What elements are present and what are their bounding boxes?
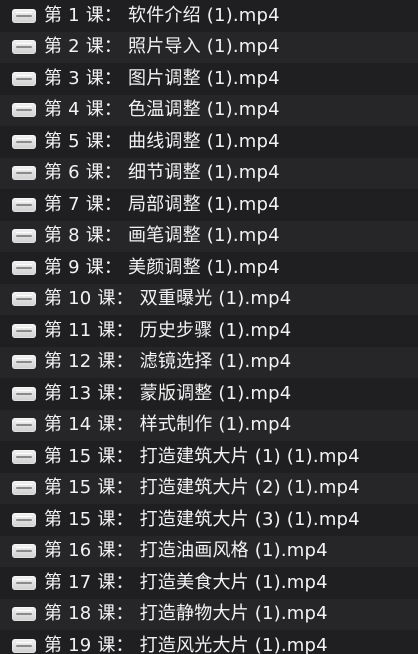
file-name: 第 8 课： 画笔调整 (1).mp4 [44, 225, 280, 247]
video-file-icon [12, 355, 36, 370]
file-name: 第 2 课： 照片导入 (1).mp4 [44, 36, 280, 58]
file-row[interactable]: 第 2 课： 照片导入 (1).mp4 [0, 31, 418, 63]
video-file-icon [12, 166, 36, 181]
video-file-icon [12, 449, 36, 464]
file-name: 第 7 课： 局部调整 (1).mp4 [44, 193, 280, 215]
video-file-icon [12, 292, 36, 307]
video-file-icon [12, 386, 36, 401]
video-file-icon [12, 323, 36, 338]
file-name: 第 16 课： 打造油画风格 (1).mp4 [44, 540, 328, 562]
file-row[interactable]: 第 15 课： 打造建筑大片 (1) (1).mp4 [0, 441, 418, 473]
file-name: 第 12 课： 滤镜选择 (1).mp4 [44, 351, 292, 373]
file-row[interactable]: 第 10 课： 双重曝光 (1).mp4 [0, 283, 418, 315]
file-name: 第 19 课： 打造风光大片 (1).mp4 [44, 634, 328, 654]
file-row[interactable]: 第 4 课： 色温调整 (1).mp4 [0, 94, 418, 126]
file-name: 第 4 课： 色温调整 (1).mp4 [44, 99, 280, 121]
file-name: 第 11 课： 历史步骤 (1).mp4 [44, 319, 292, 341]
file-row[interactable]: 第 19 课： 打造风光大片 (1).mp4 [0, 630, 418, 654]
file-row[interactable]: 第 12 课： 滤镜选择 (1).mp4 [0, 346, 418, 378]
video-file-icon [12, 638, 36, 653]
video-file-icon [12, 197, 36, 212]
video-file-icon [12, 40, 36, 55]
file-row[interactable]: 第 15 课： 打造建筑大片 (2) (1).mp4 [0, 472, 418, 504]
video-file-icon [12, 512, 36, 527]
file-row[interactable]: 第 15 课： 打造建筑大片 (3) (1).mp4 [0, 504, 418, 536]
file-row[interactable]: 第 1 课： 软件介绍 (1).mp4 [0, 0, 418, 32]
file-name: 第 17 课： 打造美食大片 (1).mp4 [44, 571, 328, 593]
file-name: 第 15 课： 打造建筑大片 (1) (1).mp4 [44, 445, 360, 467]
video-file-icon [12, 103, 36, 118]
file-name: 第 5 课： 曲线调整 (1).mp4 [44, 130, 280, 152]
file-name: 第 18 课： 打造静物大片 (1).mp4 [44, 603, 328, 625]
file-row[interactable]: 第 5 课： 曲线调整 (1).mp4 [0, 126, 418, 158]
file-name: 第 13 课： 蒙版调整 (1).mp4 [44, 382, 292, 404]
file-row[interactable]: 第 8 课： 画笔调整 (1).mp4 [0, 220, 418, 252]
file-row[interactable]: 第 18 课： 打造静物大片 (1).mp4 [0, 598, 418, 630]
file-name: 第 1 课： 软件介绍 (1).mp4 [44, 4, 280, 26]
video-file-icon [12, 607, 36, 622]
file-name: 第 10 课： 双重曝光 (1).mp4 [44, 288, 292, 310]
file-name: 第 3 课： 图片调整 (1).mp4 [44, 67, 280, 89]
file-row[interactable]: 第 3 课： 图片调整 (1).mp4 [0, 63, 418, 95]
file-list: 第 1 课： 软件介绍 (1).mp4 第 2 课： 照片导入 (1).mp4 … [0, 0, 418, 654]
file-row[interactable]: 第 16 课： 打造油画风格 (1).mp4 [0, 535, 418, 567]
video-file-icon [12, 481, 36, 496]
file-row[interactable]: 第 7 课： 局部调整 (1).mp4 [0, 189, 418, 221]
video-file-icon [12, 418, 36, 433]
file-name: 第 14 课： 样式制作 (1).mp4 [44, 414, 292, 436]
file-row[interactable]: 第 6 课： 细节调整 (1).mp4 [0, 157, 418, 189]
video-file-icon [12, 134, 36, 149]
video-file-icon [12, 8, 36, 23]
file-row[interactable]: 第 17 课： 打造美食大片 (1).mp4 [0, 567, 418, 599]
file-row[interactable]: 第 14 课： 样式制作 (1).mp4 [0, 409, 418, 441]
file-row[interactable]: 第 11 课： 历史步骤 (1).mp4 [0, 315, 418, 347]
file-row[interactable]: 第 13 课： 蒙版调整 (1).mp4 [0, 378, 418, 410]
file-name: 第 15 课： 打造建筑大片 (2) (1).mp4 [44, 477, 360, 499]
file-name: 第 9 课： 美颜调整 (1).mp4 [44, 256, 280, 278]
video-file-icon [12, 229, 36, 244]
file-name: 第 15 课： 打造建筑大片 (3) (1).mp4 [44, 508, 360, 530]
video-file-icon [12, 71, 36, 86]
video-file-icon [12, 575, 36, 590]
video-file-icon [12, 260, 36, 275]
video-file-icon [12, 544, 36, 559]
file-row[interactable]: 第 9 课： 美颜调整 (1).mp4 [0, 252, 418, 284]
file-name: 第 6 课： 细节调整 (1).mp4 [44, 162, 280, 184]
